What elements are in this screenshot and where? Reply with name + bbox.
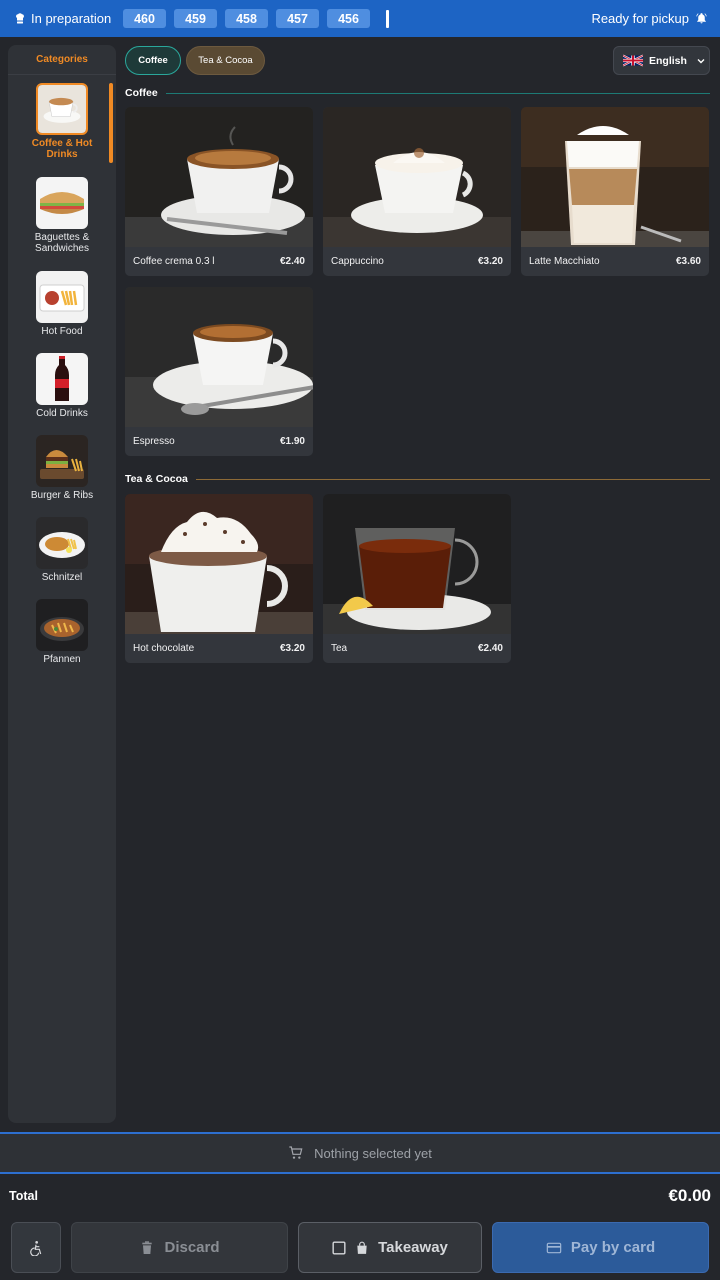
- product-name: Cappuccino: [331, 256, 384, 267]
- section-header-coffee: Coffee: [125, 87, 710, 99]
- chevron-down-icon: [697, 58, 705, 63]
- status-divider: [386, 9, 389, 28]
- chef-hat-icon: [16, 12, 24, 23]
- order-number-badge: 460: [123, 9, 166, 28]
- product-name: Latte Macchiato: [529, 256, 600, 267]
- in-preparation-status: In preparation: [14, 11, 123, 26]
- product-price: €3.20: [279, 643, 305, 654]
- sandwich-icon: [36, 177, 88, 229]
- trash-icon: [142, 1240, 153, 1254]
- section-divider: [165, 92, 710, 94]
- sidebar-item-label: Baguettes & Sandwiches: [34, 232, 90, 254]
- sidebar-item-label: Schnitzel: [41, 572, 83, 583]
- sidebar-item-pfannen[interactable]: Pfannen: [8, 599, 116, 665]
- order-number-badge: 459: [174, 9, 217, 28]
- schnitzel-icon: [36, 517, 88, 569]
- language-label: English: [649, 54, 687, 67]
- product-price: €3.60: [675, 256, 701, 267]
- cart-empty-text: Nothing selected yet: [314, 1145, 432, 1161]
- product-meta: Latte Macchiato €3.60: [521, 247, 709, 276]
- tea-image: [323, 494, 511, 634]
- pay-by-card-button[interactable]: Pay by card: [492, 1222, 709, 1273]
- product-price: €2.40: [477, 643, 503, 654]
- takeaway-toggle[interactable]: Takeaway: [298, 1222, 482, 1273]
- sidebar-item-cold-drinks[interactable]: Cold Drinks: [8, 353, 116, 419]
- sidebar-item-label: Coffee & Hot Drinks: [31, 138, 93, 160]
- total-value: €0.00: [668, 1186, 711, 1205]
- order-number-badge: 457: [276, 9, 319, 28]
- sidebar-item-hot-food[interactable]: Hot Food: [8, 271, 116, 337]
- product-card-tea[interactable]: Tea €2.40: [323, 494, 511, 663]
- product-name: Hot chocolate: [133, 643, 195, 654]
- total-row: Total €0.00: [0, 1176, 720, 1216]
- section-divider: [195, 478, 710, 480]
- checkbox-icon[interactable]: [332, 1240, 346, 1255]
- category-sidebar: Categories Coffee & Hot Drinks Baguettes: [8, 45, 116, 1123]
- coffee-cup-icon: [36, 83, 88, 135]
- accessibility-icon: [30, 1240, 42, 1256]
- sidebar-item-schnitzel[interactable]: Schnitzel: [8, 517, 116, 583]
- latte-macchiato-image: [521, 107, 709, 247]
- ready-for-pickup-label: Ready for pickup: [591, 11, 689, 26]
- hot-chocolate-image: [125, 494, 313, 634]
- shopping-bag-icon: [357, 1241, 367, 1254]
- product-card-coffee-crema[interactable]: Coffee crema 0.3 l €2.40: [125, 107, 313, 276]
- pay-label: Pay by card: [570, 1239, 656, 1256]
- discard-button[interactable]: Discard: [71, 1222, 288, 1273]
- product-meta: Tea €2.40: [323, 634, 511, 663]
- product-meta: Coffee crema 0.3 l €2.40: [125, 247, 313, 276]
- sidebar-item-label: Burger & Ribs: [30, 490, 94, 501]
- product-card-hot-chocolate[interactable]: Hot chocolate €3.20: [125, 494, 313, 663]
- product-name: Coffee crema 0.3 l: [133, 256, 215, 267]
- uk-flag-icon: [623, 54, 643, 67]
- burger-icon: [36, 435, 88, 487]
- coffee-crema-image: [125, 107, 313, 247]
- pan-icon: [36, 599, 88, 651]
- product-meta: Cappuccino €3.20: [323, 247, 511, 276]
- sidebar-item-coffee-hot-drinks[interactable]: Coffee & Hot Drinks: [8, 83, 116, 160]
- order-number-badge: 458: [225, 9, 268, 28]
- tab-tea-cocoa[interactable]: Tea & Cocoa: [186, 46, 265, 75]
- cappuccino-image: [323, 107, 511, 247]
- hot-food-icon: [36, 271, 88, 323]
- cart-summary-bar[interactable]: Nothing selected yet: [0, 1132, 720, 1174]
- product-card-latte-macchiato[interactable]: Latte Macchiato €3.60: [521, 107, 709, 276]
- product-price: €3.20: [477, 256, 503, 267]
- takeaway-label: Takeaway: [378, 1239, 448, 1256]
- language-selector[interactable]: English: [613, 46, 710, 75]
- order-number-badge: 456: [327, 9, 370, 28]
- status-bar: In preparation 460 459 458 457 456 Ready…: [0, 0, 720, 37]
- sidebar-item-label: Cold Drinks: [36, 408, 88, 419]
- shopping-cart-icon: [289, 1146, 303, 1159]
- product-card-cappuccino[interactable]: Cappuccino €3.20: [323, 107, 511, 276]
- categories-title: Categories: [8, 45, 116, 75]
- in-preparation-label: In preparation: [31, 11, 112, 26]
- bell-icon: [696, 13, 707, 24]
- section-title: Coffee: [125, 87, 158, 99]
- credit-card-icon: [546, 1242, 562, 1253]
- section-title: Tea & Cocoa: [125, 473, 188, 485]
- order-number-list: 460 459 458 457 456: [123, 9, 389, 28]
- product-card-espresso[interactable]: Espresso €1.90: [125, 287, 313, 456]
- sidebar-item-baguettes-sandwiches[interactable]: Baguettes & Sandwiches: [8, 177, 116, 254]
- product-meta: Espresso €1.90: [125, 427, 313, 456]
- espresso-image: [125, 287, 313, 427]
- sidebar-item-burger-ribs[interactable]: Burger & Ribs: [8, 435, 116, 501]
- total-label: Total: [9, 1189, 38, 1203]
- product-name: Tea: [331, 643, 348, 654]
- product-name: Espresso: [133, 436, 175, 447]
- product-meta: Hot chocolate €3.20: [125, 634, 313, 663]
- accessibility-button[interactable]: [11, 1222, 61, 1273]
- product-price: €1.90: [279, 436, 305, 447]
- tab-coffee[interactable]: Coffee: [125, 46, 181, 75]
- sidebar-item-label: Hot Food: [41, 326, 83, 337]
- product-price: €2.40: [279, 256, 305, 267]
- cola-bottle-icon: [36, 353, 88, 405]
- section-header-tea-cocoa: Tea & Cocoa: [125, 473, 710, 485]
- sidebar-item-label: Pfannen: [43, 654, 81, 665]
- ready-for-pickup-status: Ready for pickup: [591, 11, 708, 26]
- discard-label: Discard: [164, 1239, 220, 1256]
